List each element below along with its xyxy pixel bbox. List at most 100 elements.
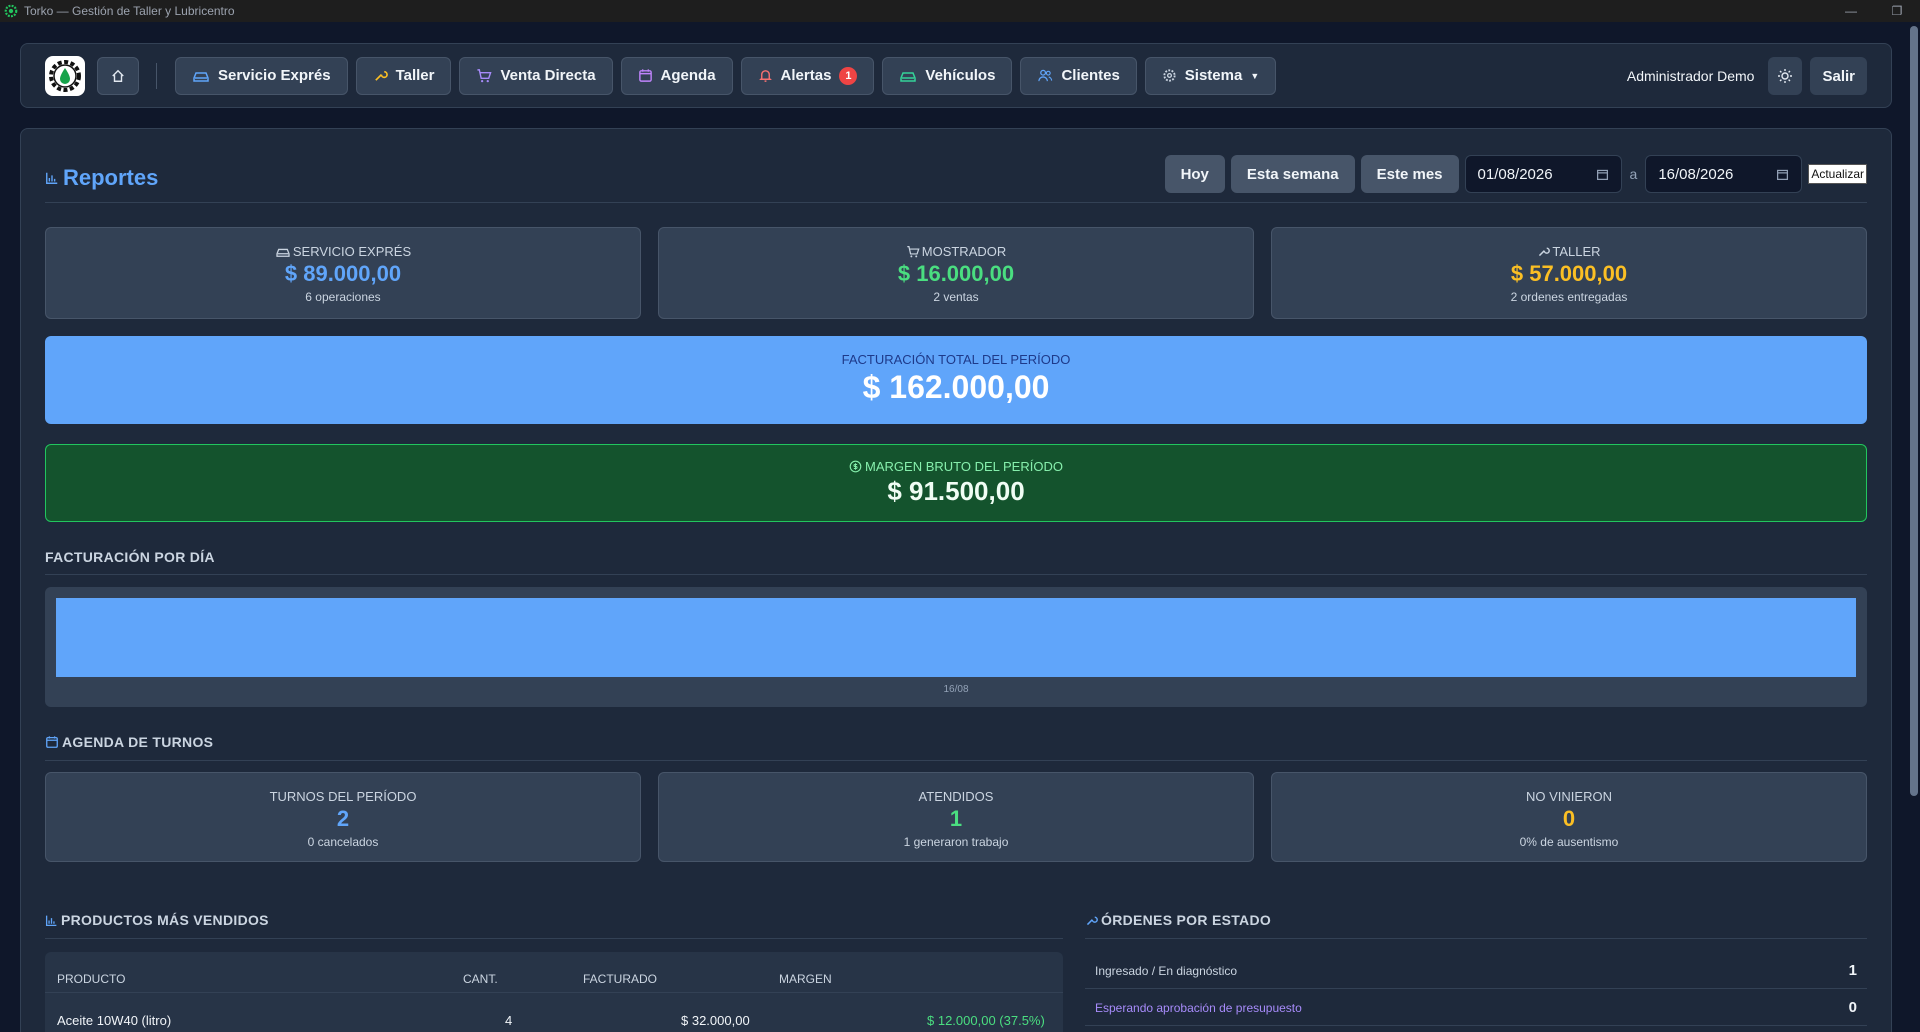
column-header: CANT. xyxy=(463,972,498,986)
stat-card-taller: Taller $ 57.000,00 2 ordenes entregadas xyxy=(1271,227,1867,319)
calendar-icon xyxy=(1596,169,1608,180)
stat-value: $ 16.000,00 xyxy=(897,261,1015,286)
stat-card-mostrador: Mostrador $ 16.000,00 2 ventas xyxy=(658,227,1254,319)
car-icon xyxy=(193,71,209,82)
section-divider xyxy=(1085,938,1867,939)
section-divider xyxy=(45,574,1867,575)
nav-divider xyxy=(156,62,157,89)
bar-chart-icon xyxy=(46,172,58,184)
this-month-button[interactable]: Este mes xyxy=(1360,155,1459,193)
dollar-circle-icon xyxy=(849,460,862,473)
nav-venta-directa[interactable]: Venta Directa xyxy=(459,56,613,95)
window-titlebar: Torko — Gestión de Taller y Lubricentro … xyxy=(0,0,1920,22)
calendar-icon xyxy=(638,69,652,82)
nav-clientes[interactable]: Clientes xyxy=(1020,56,1137,95)
today-button[interactable]: Hoy xyxy=(1164,155,1225,193)
stat-value: $ 57.000,00 xyxy=(1510,261,1628,286)
margin-label: MARGEN BRUTO DEL PERÍODO xyxy=(865,459,1063,474)
reports-panel: Reportes Hoy Esta semana Este mes 01/08/… xyxy=(20,128,1892,1032)
minimize-icon[interactable]: — xyxy=(1828,0,1874,22)
update-button[interactable]: Actualizar xyxy=(1808,164,1867,184)
sun-icon xyxy=(1778,69,1793,83)
agenda-title: AGENDA DE TURNOS xyxy=(45,734,213,750)
daily-billing-title: FACTURACIÓN POR DÍA xyxy=(45,549,215,565)
reports-header: Reportes Hoy Esta semana Este mes 01/08/… xyxy=(45,155,1867,203)
alert-count-badge: 1 xyxy=(839,66,858,85)
nav-label: Clientes xyxy=(1061,67,1120,84)
nav-alertas[interactable]: Alertas 1 xyxy=(740,56,875,95)
nav-agenda[interactable]: Agenda xyxy=(620,56,733,95)
restore-icon[interactable]: ❐ xyxy=(1874,0,1920,22)
order-status-label: Esperando aprobación de presupuesto xyxy=(1095,1000,1302,1015)
logo-gear-icon xyxy=(49,59,81,92)
home-button[interactable] xyxy=(97,56,139,95)
chart-svg: 16/08 xyxy=(56,598,1856,695)
bell-icon xyxy=(758,70,772,82)
app-gear-icon xyxy=(4,4,18,18)
gross-margin-card: MARGEN BRUTO DEL PERÍODO $ 91.500,00 xyxy=(45,444,1867,522)
home-icon xyxy=(112,69,124,82)
nav-sistema-dropdown[interactable]: Sistema ▼ xyxy=(1144,56,1277,95)
orders-by-status-title: ÓRDENES POR ESTADO xyxy=(1085,912,1271,928)
cell-cantidad: 4 xyxy=(505,1013,513,1028)
order-status-row[interactable]: Esperando aprobación de presupuesto 0 xyxy=(1085,990,1867,1026)
total-label: FACTURACIÓN TOTAL DEL PERÍODO xyxy=(841,352,1071,367)
top-products-table: PRODUCTO CANT. FACTURADO MARGEN Aceite 1… xyxy=(45,952,1063,1032)
order-status-count: 1 xyxy=(1848,962,1857,979)
agenda-card-atendidos: ATENDIDOS 1 1 generaron trabajo xyxy=(658,772,1254,862)
order-status-row[interactable]: Ingresado / En diagnóstico 1 xyxy=(1085,953,1867,989)
column-header: MARGEN xyxy=(779,972,832,986)
cell-margen: $ 12.000,00 (37.5%) xyxy=(927,1013,1045,1028)
cell-facturado: $ 32.000,00 xyxy=(681,1013,750,1028)
theme-toggle-button[interactable] xyxy=(1768,57,1803,95)
calendar-icon xyxy=(46,736,58,748)
stat-sub: 2 ventas xyxy=(933,290,979,304)
nav-taller[interactable]: Taller xyxy=(355,56,452,95)
chart-x-tick-label: 16/08 xyxy=(943,684,968,695)
agenda-card-turnos: TURNOS DEL PERÍODO 2 0 cancelados xyxy=(45,772,641,862)
stat-sub: 6 operaciones xyxy=(305,290,381,304)
date-range-separator: a xyxy=(1629,166,1638,182)
top-products-title: PRODUCTOS MÁS VENDIDOS xyxy=(45,912,269,928)
chart-bar xyxy=(56,598,1856,677)
wrench-icon xyxy=(1539,247,1551,257)
order-status-label: Ingresado / En diagnóstico xyxy=(1095,963,1238,978)
column-header: FACTURADO xyxy=(583,972,658,986)
section-divider xyxy=(45,938,1063,939)
table-divider xyxy=(45,992,1063,993)
users-icon xyxy=(1038,69,1053,82)
bar-chart-icon xyxy=(45,915,57,926)
total-value: $ 162.000,00 xyxy=(862,369,1050,405)
app-logo[interactable] xyxy=(45,55,85,96)
nav-label: Alertas xyxy=(780,67,832,84)
nav-servicio-expres[interactable]: Servicio Exprés xyxy=(175,56,348,95)
page-title: Reportes xyxy=(45,165,158,191)
wrench-icon xyxy=(1086,916,1098,925)
nav-label: Vehículos xyxy=(925,67,996,84)
chevron-down-icon: ▼ xyxy=(1250,70,1260,81)
margin-value: $ 91.500,00 xyxy=(887,476,1025,506)
cart-icon xyxy=(477,69,493,83)
nav-label: Agenda xyxy=(660,67,716,84)
daily-billing-chart: 16/08 xyxy=(45,587,1867,707)
logout-button[interactable]: Salir xyxy=(1810,57,1867,95)
agenda-card-no-vinieron: NO VINIERON 0 0% de ausentismo xyxy=(1271,772,1867,862)
nav-label: Servicio Exprés xyxy=(218,67,331,84)
top-navbar: Servicio Exprés Taller Venta Directa Age… xyxy=(20,43,1892,108)
section-divider xyxy=(45,760,1867,761)
stat-value: $ 89.000,00 xyxy=(284,261,402,286)
nav-vehiculos[interactable]: Vehículos xyxy=(882,56,1013,95)
total-billing-card: FACTURACIÓN TOTAL DEL PERÍODO $ 162.000,… xyxy=(45,336,1867,424)
user-name: Administrador Demo xyxy=(1626,68,1755,84)
this-week-button[interactable]: Esta semana xyxy=(1230,155,1355,193)
wrench-icon xyxy=(374,70,388,81)
gear-icon xyxy=(1163,69,1176,82)
order-status-count: 0 xyxy=(1848,999,1857,1016)
column-header: PRODUCTO xyxy=(57,972,126,986)
scrollbar-thumb[interactable] xyxy=(1910,26,1918,796)
cart-icon xyxy=(907,246,920,258)
date-filters: Hoy Esta semana Este mes 01/08/2026 a 16… xyxy=(1164,155,1867,193)
date-to-input[interactable]: 16/08/2026 xyxy=(1645,155,1803,193)
date-from-input[interactable]: 01/08/2026 xyxy=(1464,155,1622,193)
stat-sub: 2 ordenes entregadas xyxy=(1510,290,1628,304)
